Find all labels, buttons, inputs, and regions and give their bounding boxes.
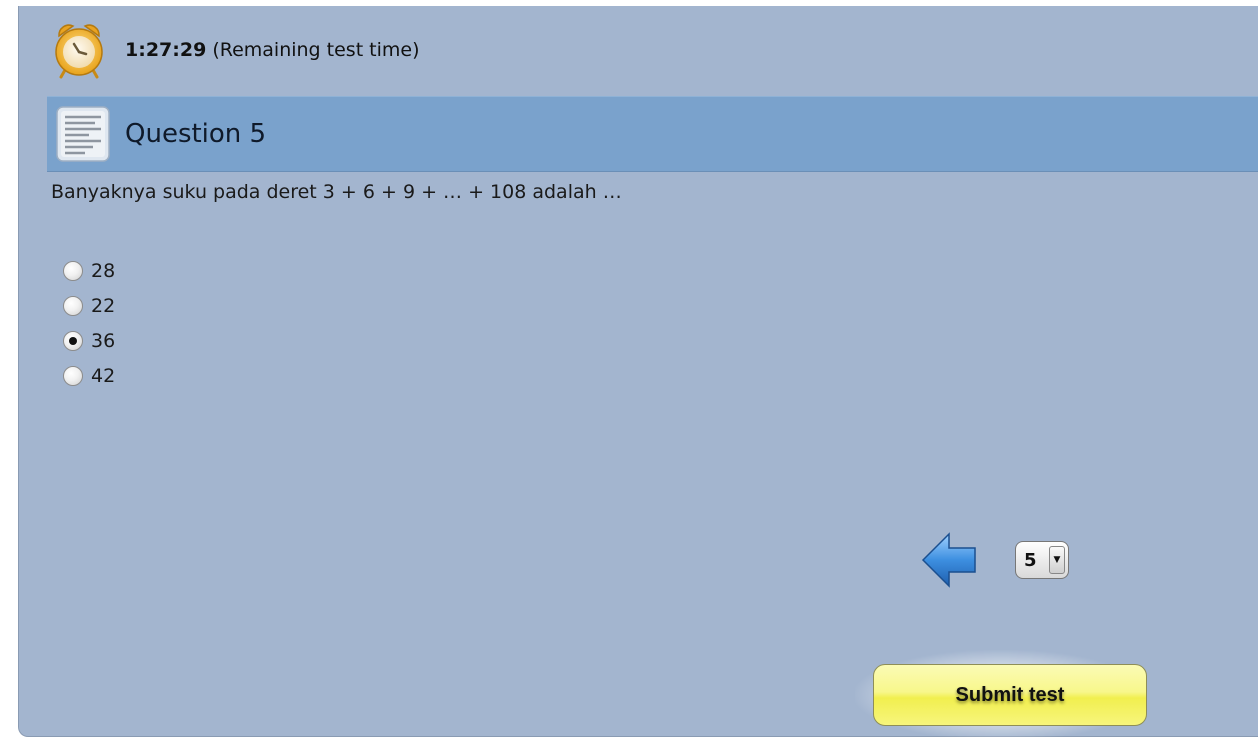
answer-option-label: 28 [91, 259, 116, 282]
answer-option-4[interactable]: 42 [63, 358, 115, 393]
answer-option-1[interactable]: 28 [63, 253, 115, 288]
timer-text: 1:27:29 (Remaining test time) [125, 39, 420, 61]
question-header: Question 5 [47, 96, 1258, 172]
answer-option-label: 22 [91, 294, 116, 317]
answer-option-label: 36 [91, 329, 116, 352]
remaining-time-value: 1:27:29 [125, 39, 207, 61]
chevron-down-icon[interactable]: ▼ [1049, 546, 1065, 574]
timer-row: 1:27:29 (Remaining test time) [49, 20, 420, 80]
left-arrow-icon[interactable] [921, 530, 979, 590]
question-navigation: 5 ▼ [921, 530, 1069, 590]
answer-option-3[interactable]: 36 [63, 323, 115, 358]
radio-button-selected[interactable] [63, 330, 83, 351]
question-text: Banyaknya suku pada deret 3 + 6 + 9 + … … [51, 181, 622, 203]
radio-button[interactable] [63, 260, 83, 281]
answer-option-label: 42 [91, 364, 116, 387]
answer-options: 28 22 36 42 [63, 253, 115, 393]
radio-button[interactable] [63, 295, 83, 316]
submit-test-button[interactable]: Submit test [873, 664, 1147, 726]
remaining-time-label: (Remaining test time) [212, 39, 420, 61]
alarm-clock-icon [49, 20, 109, 80]
submit-glow: Submit test [855, 650, 1147, 740]
radio-button[interactable] [63, 365, 83, 386]
test-panel: 1:27:29 (Remaining test time) Question 5 … [18, 6, 1258, 740]
question-title: Question 5 [125, 119, 267, 149]
page-select-value: 5 [1024, 549, 1037, 571]
document-icon [55, 105, 111, 163]
question-page-select[interactable]: 5 ▼ [1015, 541, 1069, 579]
answer-option-2[interactable]: 22 [63, 288, 115, 323]
